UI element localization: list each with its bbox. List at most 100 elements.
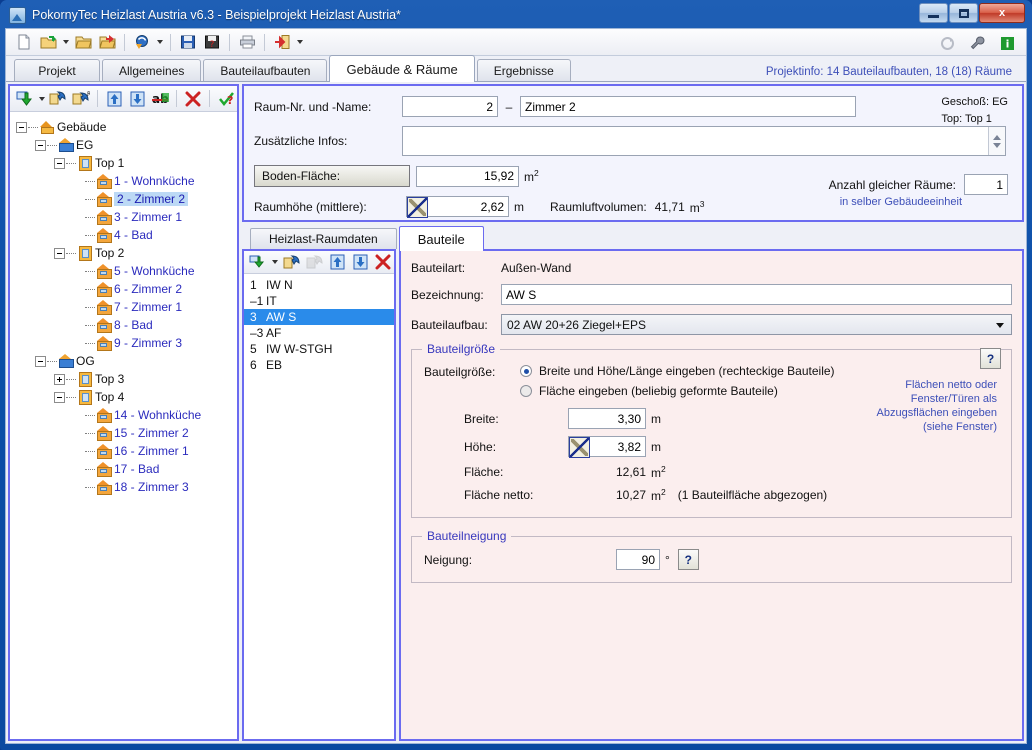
move-down-icon[interactable] (350, 252, 371, 273)
tab-gebaeude-raeume[interactable]: Gebäude & Räume (329, 55, 475, 82)
save-as-icon[interactable]: ? (201, 31, 223, 53)
tree-node[interactable]: EG (10, 136, 237, 154)
tree-connector (85, 450, 95, 452)
tilt-help-button[interactable]: ? (677, 549, 699, 570)
tree-node[interactable]: 14 - Wohnküche (10, 406, 237, 424)
collapse-icon[interactable] (54, 157, 65, 169)
component-list-item[interactable]: –3 AF (244, 325, 394, 341)
room-count-input[interactable]: 1 (964, 174, 1008, 195)
component-list-item[interactable]: –1 IT (244, 293, 394, 309)
tree-node[interactable]: 4 - Bad (10, 226, 237, 244)
wrench-icon[interactable] (966, 32, 988, 54)
export-dropdown-icon[interactable] (295, 31, 304, 53)
component-list-item[interactable]: 1 IW N (244, 277, 394, 293)
tab-projekt[interactable]: Projekt (14, 59, 100, 81)
room-height-input[interactable]: 2,62 (428, 197, 508, 216)
room-name-input[interactable]: Zimmer 2 (520, 96, 856, 117)
move-up-icon[interactable] (327, 252, 348, 273)
save-icon[interactable] (177, 31, 199, 53)
add-component-icon[interactable] (247, 252, 268, 273)
add-room-icon[interactable] (14, 88, 36, 110)
tab-allgemeines[interactable]: Allgemeines (102, 59, 202, 81)
width-input[interactable]: 3,30 (568, 408, 646, 429)
copy-replace-icon[interactable]: R (70, 88, 92, 110)
delete-component-icon[interactable] (373, 252, 394, 273)
open-project-icon[interactable] (37, 31, 59, 53)
collapse-icon[interactable] (54, 391, 65, 403)
subtab-heizlast-raumdaten[interactable]: Heizlast-Raumdaten (250, 228, 397, 249)
room-number-input[interactable]: 2 (402, 96, 498, 117)
component-assembly-select[interactable]: 02 AW 20+26 Ziegel+EPS (501, 314, 1012, 335)
tree-node[interactable]: Gebäude (10, 118, 237, 136)
tilt-input[interactable]: 90 (616, 549, 660, 570)
tree-node[interactable]: Top 1 (10, 154, 237, 172)
move-up-icon[interactable] (103, 88, 125, 110)
open-recent-icon[interactable] (96, 31, 118, 53)
tree-node[interactable]: 17 - Bad (10, 460, 237, 478)
tree-node[interactable]: 6 - Zimmer 2 (10, 280, 237, 298)
collapse-icon[interactable] (35, 139, 46, 151)
component-list-item[interactable]: 5 IW W-STGH (244, 341, 394, 357)
collapse-icon[interactable] (54, 247, 65, 259)
chain-link-icon[interactable] (569, 437, 590, 458)
paste-component-icon[interactable] (281, 252, 302, 273)
rename-icon[interactable]: ab (149, 88, 171, 110)
print-icon[interactable] (236, 31, 258, 53)
radio-area-icon[interactable] (520, 385, 532, 397)
tree-node[interactable]: Top 3 (10, 370, 237, 388)
tree-node[interactable]: 9 - Zimmer 3 (10, 334, 237, 352)
move-down-icon[interactable] (126, 88, 148, 110)
tree-node[interactable]: 5 - Wohnküche (10, 262, 237, 280)
radio-rectangular-icon[interactable] (520, 365, 532, 377)
export-icon[interactable] (271, 31, 293, 53)
component-list-item[interactable]: 3 AW S (244, 309, 394, 325)
tree-node[interactable]: 2 - Zimmer 2 (10, 190, 237, 208)
tree-node[interactable]: 15 - Zimmer 2 (10, 424, 237, 442)
extra-info-input[interactable] (403, 127, 988, 155)
minimize-button[interactable] (919, 3, 948, 23)
tab-ergebnisse[interactable]: Ergebnisse (476, 59, 571, 81)
tree-node[interactable]: Top 2 (10, 244, 237, 262)
tree-scroll-area[interactable]: Gebäude EG Top 1 1 - Wohnküche 2 - Zimmer 2 3… (10, 112, 237, 739)
component-name-input[interactable]: AW S (501, 284, 1012, 305)
recycle-icon[interactable] (936, 32, 958, 54)
window-glyph (100, 451, 107, 455)
open-folder-icon[interactable] (72, 31, 94, 53)
add-room-dropdown-icon[interactable] (37, 88, 46, 110)
copy-paste-icon[interactable] (47, 88, 69, 110)
tree-node[interactable]: Top 4 (10, 388, 237, 406)
extra-info-spinner[interactable] (988, 127, 1005, 155)
check-icon[interactable]: ? (215, 88, 237, 110)
tree-node[interactable]: 3 - Zimmer 1 (10, 208, 237, 226)
tree-node[interactable]: 16 - Zimmer 1 (10, 442, 237, 460)
collapse-icon[interactable] (35, 355, 46, 367)
refresh-icon[interactable] (131, 31, 153, 53)
component-list-item[interactable]: 6 EB (244, 357, 394, 373)
tree-node[interactable]: OG (10, 352, 237, 370)
maximize-button[interactable] (949, 3, 978, 23)
floor-area-button[interactable]: Boden-Fläche: (254, 165, 410, 187)
height-input[interactable]: 3,82 (590, 437, 645, 456)
copy-component-icon[interactable] (304, 252, 325, 273)
tab-bauteilaufbauten[interactable]: Bauteilaufbauten (203, 59, 328, 81)
info-icon[interactable]: i (996, 32, 1018, 54)
tree-node[interactable]: 7 - Zimmer 1 (10, 298, 237, 316)
close-button[interactable]: x (979, 3, 1025, 23)
size-option-rectangular[interactable]: Breite und Höhe/Länge eingeben (rechteck… (520, 364, 999, 378)
delete-icon[interactable] (182, 88, 204, 110)
tree-node[interactable]: 8 - Bad (10, 316, 237, 334)
subtab-bauteile[interactable]: Bauteile (398, 226, 484, 251)
chain-link-icon[interactable] (407, 197, 428, 218)
new-document-icon[interactable] (13, 31, 35, 53)
collapse-icon[interactable] (16, 121, 27, 133)
floor-area-input[interactable]: 15,92 (416, 165, 519, 187)
add-component-dropdown-icon[interactable] (270, 251, 279, 273)
expand-icon[interactable] (54, 373, 65, 385)
open-project-dropdown-icon[interactable] (61, 31, 70, 53)
size-help-button[interactable]: ? (980, 348, 1001, 369)
tree-node[interactable]: 18 - Zimmer 3 (10, 478, 237, 496)
component-list[interactable]: 1 IW N –1 IT 3 AW S –3 AF 5 IW W-STGH 6 EB (244, 274, 394, 739)
tree-node[interactable]: 1 - Wohnküche (10, 172, 237, 190)
refresh-dropdown-icon[interactable] (155, 31, 164, 53)
tree-node-label: 14 - Wohnküche (114, 408, 202, 422)
